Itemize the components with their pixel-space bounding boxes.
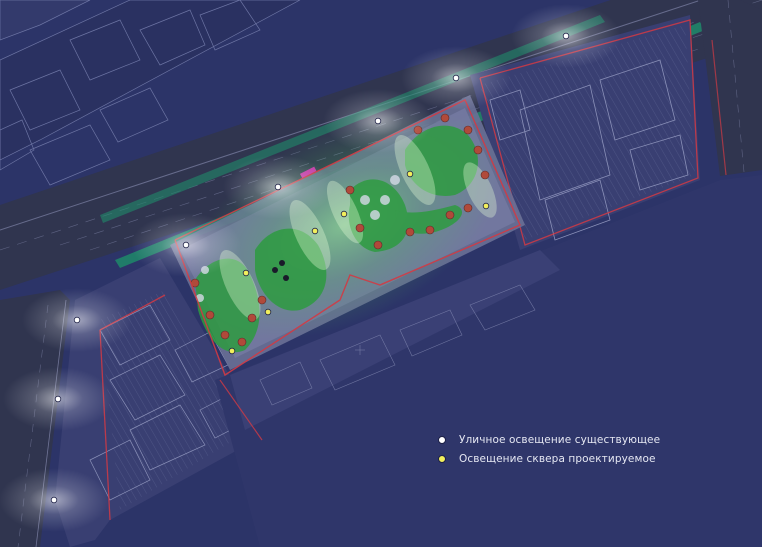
street-light-marker	[182, 241, 190, 249]
street-light-marker	[452, 74, 460, 82]
white-dot-icon	[438, 435, 446, 444]
square-light-marker	[242, 269, 250, 277]
yellow-dot-icon	[438, 454, 446, 463]
square-light-marker	[340, 210, 348, 218]
street-light-marker	[374, 117, 382, 125]
street-light-marker	[274, 183, 282, 191]
street-light-marker	[50, 496, 58, 504]
legend-item-square-lighting: Освещение сквера проектируемое	[438, 449, 660, 468]
square-light-marker	[264, 308, 272, 316]
site-plan-map: Уличное освещение существующее Освещение…	[0, 0, 762, 547]
legend-item-street-lighting: Уличное освещение существующее	[438, 430, 660, 449]
square-light-marker	[228, 347, 236, 355]
square-light-marker	[406, 170, 414, 178]
legend-label-square-lighting: Освещение сквера проектируемое	[459, 452, 656, 465]
side-road-right	[698, 0, 762, 176]
legend: Уличное освещение существующее Освещение…	[438, 430, 660, 468]
street-light-marker	[54, 395, 62, 403]
street-light-marker	[562, 32, 570, 40]
square-light-marker	[311, 227, 319, 235]
square-light-marker	[482, 202, 490, 210]
legend-label-street-lighting: Уличное освещение существующее	[459, 433, 661, 446]
street-light-marker	[73, 316, 81, 324]
